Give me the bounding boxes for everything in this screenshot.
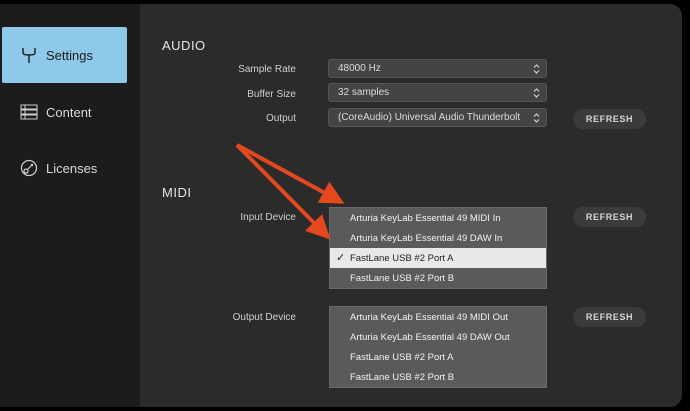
buffer-size-value: 32 samples: [338, 87, 390, 98]
sidebar-item-label: Settings: [46, 47, 93, 63]
list-item[interactable]: Arturia KeyLab Essential 49 MIDI In: [330, 208, 546, 228]
audio-output-select[interactable]: (CoreAudio) Universal Audio Thunderbolt: [328, 108, 547, 127]
output-device-label: Output Device: [232, 312, 296, 323]
input-device-list: Arturia KeyLab Essential 49 MIDI In Artu…: [329, 207, 547, 289]
sidebar-item-label: Licenses: [46, 160, 98, 176]
list-item[interactable]: Arturia KeyLab Essential 49 DAW Out: [330, 327, 546, 347]
buffer-size-label: Buffer Size: [247, 89, 296, 100]
list-icon: [20, 104, 38, 120]
chevron-updown-icon: [533, 88, 540, 98]
list-item[interactable]: FastLane USB #2 Port B: [330, 367, 546, 387]
sidebar-item-settings[interactable]: Settings: [2, 27, 127, 83]
list-item[interactable]: FastLane USB #2 Port B: [330, 268, 546, 288]
sample-rate-value: 48000 Hz: [338, 63, 381, 74]
sample-rate-label: Sample Rate: [238, 64, 296, 75]
buffer-size-select[interactable]: 32 samples: [328, 83, 547, 102]
chevron-updown-icon: [533, 113, 540, 123]
output-refresh-button[interactable]: REFRESH: [573, 307, 646, 327]
sidebar-item-label: Content: [46, 104, 92, 120]
audio-section-title: AUDIO: [162, 38, 206, 53]
chevron-updown-icon: [533, 64, 540, 74]
sidebar: Settings Content Licenses: [0, 4, 140, 407]
list-item-selected[interactable]: ✓ FastLane USB #2 Port A: [330, 248, 546, 268]
tuning-fork-icon: [22, 48, 36, 63]
audio-refresh-button[interactable]: REFRESH: [573, 109, 646, 129]
sidebar-item-content[interactable]: Content: [2, 84, 127, 140]
app-window: Settings Content Licenses AUDIO Sample R…: [0, 4, 682, 407]
input-device-label: Input Device: [240, 212, 296, 223]
midi-section-title: MIDI: [162, 185, 192, 200]
list-item[interactable]: Arturia KeyLab Essential 49 MIDI Out: [330, 307, 546, 327]
list-item[interactable]: Arturia KeyLab Essential 49 DAW In: [330, 228, 546, 248]
sidebar-item-licenses[interactable]: Licenses: [2, 140, 127, 196]
checkmark-icon: ✓: [336, 252, 346, 264]
list-item[interactable]: FastLane USB #2 Port A: [330, 347, 546, 367]
audio-output-value: (CoreAudio) Universal Audio Thunderbolt: [338, 112, 521, 123]
output-label: Output: [265, 113, 296, 124]
output-device-list: Arturia KeyLab Essential 49 MIDI Out Art…: [329, 306, 547, 388]
input-refresh-button[interactable]: REFRESH: [573, 207, 646, 227]
sample-rate-select[interactable]: 48000 Hz: [328, 59, 547, 78]
key-icon: [20, 159, 38, 177]
